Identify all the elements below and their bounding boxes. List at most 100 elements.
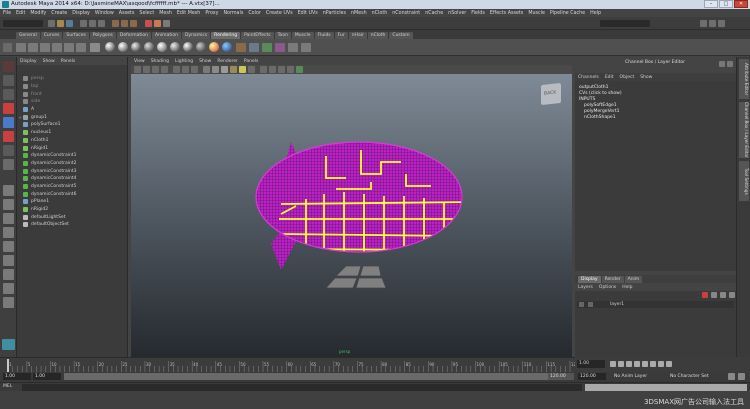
shelf-tool-icon[interactable] xyxy=(249,43,259,52)
new-scene-icon[interactable] xyxy=(48,20,55,27)
wireframe-on-shaded-icon[interactable] xyxy=(221,66,228,73)
menu-nmesh[interactable]: nMesh xyxy=(351,11,367,16)
layer-row[interactable]: layer1 xyxy=(577,301,734,308)
step-forward-frame-icon[interactable] xyxy=(650,361,656,367)
character-set-dropdown[interactable]: No Character Set xyxy=(668,373,724,380)
shelf-tool-icon[interactable] xyxy=(90,43,100,52)
paint-select-icon[interactable] xyxy=(3,89,14,100)
anim-layer-dropdown[interactable]: No Anim Layer xyxy=(612,373,662,380)
playback-start-field[interactable]: 1.00 xyxy=(33,373,61,380)
layout-icon[interactable] xyxy=(3,269,14,280)
menu-edit-uvs[interactable]: Edit UVs xyxy=(298,11,318,16)
grid-icon[interactable] xyxy=(173,66,180,73)
film-gate-icon[interactable] xyxy=(182,66,189,73)
snap-curve-icon[interactable] xyxy=(121,20,128,27)
viewport-menu-panels[interactable]: Panels xyxy=(244,59,258,64)
new-layer-selected-icon[interactable] xyxy=(720,292,726,298)
outliner-item[interactable]: top xyxy=(17,83,127,91)
menu-effects-assets[interactable]: Effects Assets xyxy=(490,11,523,16)
minimize-button[interactable]: – xyxy=(704,0,718,8)
material-sphere-icon[interactable] xyxy=(144,42,154,52)
outliner-item[interactable]: A xyxy=(17,106,127,114)
scale-tool-icon[interactable] xyxy=(3,131,14,142)
layer-menu-layers[interactable]: Layers xyxy=(578,285,593,290)
universal-manip-icon[interactable] xyxy=(3,145,14,156)
material-sphere-icon[interactable] xyxy=(183,42,193,52)
command-language-label[interactable]: MEL xyxy=(3,384,12,389)
menu-muscle[interactable]: Muscle xyxy=(528,11,545,16)
smooth-shade-icon[interactable] xyxy=(212,66,219,73)
select-object-icon[interactable] xyxy=(89,20,96,27)
new-layer-icon[interactable] xyxy=(711,292,717,298)
viewport-menu-show[interactable]: Show xyxy=(199,59,211,64)
render-icon[interactable] xyxy=(145,20,152,27)
outliner-item[interactable]: + group1 xyxy=(17,113,127,121)
channel-menu-show[interactable]: Show xyxy=(640,75,652,80)
shelf-tool-icon[interactable] xyxy=(76,43,86,52)
material-sphere-icon[interactable] xyxy=(131,42,141,52)
outliner-menu-panels[interactable]: Panels xyxy=(61,59,75,64)
outliner-item[interactable]: persp xyxy=(17,75,127,83)
viewport-menu-renderer[interactable]: Renderer xyxy=(217,59,238,64)
shelf-tab-animation[interactable]: Animation xyxy=(152,32,181,39)
select-component-icon[interactable] xyxy=(98,20,105,27)
menu-normals[interactable]: Normals xyxy=(223,11,243,16)
play-backwards-icon[interactable] xyxy=(634,361,640,367)
bookmark-icon[interactable] xyxy=(152,66,159,73)
menu-assets[interactable]: Assets xyxy=(119,11,135,16)
maximize-button[interactable]: □ xyxy=(719,0,733,8)
move-tool-icon[interactable] xyxy=(3,103,14,114)
shelf-tool-icon[interactable] xyxy=(28,43,38,52)
show-tool-settings-icon[interactable] xyxy=(709,20,716,27)
shelf-tab-muscle[interactable]: Muscle xyxy=(291,32,314,39)
outliner-item[interactable]: pPlane1 xyxy=(17,198,127,206)
menu-nsolver[interactable]: nSolver xyxy=(448,11,466,16)
outliner-item[interactable]: defaultLightSet xyxy=(17,213,127,221)
material-sphere-icon[interactable] xyxy=(105,42,115,52)
shelf-tool-icon[interactable] xyxy=(64,43,74,52)
image-plane-icon[interactable] xyxy=(161,66,168,73)
layer-tab-display[interactable]: Display xyxy=(578,276,601,283)
input-line-field[interactable] xyxy=(600,20,650,27)
play-forwards-icon[interactable] xyxy=(642,361,648,367)
layer-tab-render[interactable]: Render xyxy=(601,276,624,283)
outliner-menu-display[interactable]: Display xyxy=(20,59,37,64)
shelf-tool-icon[interactable] xyxy=(275,43,285,52)
last-tool-icon[interactable] xyxy=(3,159,14,170)
menu-file[interactable]: File xyxy=(3,11,11,16)
lasso-tool-icon[interactable] xyxy=(3,75,14,86)
shelf-tab-surfaces[interactable]: Surfaces xyxy=(63,32,89,39)
shelf-tab-general[interactable]: General xyxy=(16,32,40,39)
isolate-select-icon[interactable] xyxy=(278,66,285,73)
material-sphere-icon[interactable] xyxy=(222,42,232,52)
open-scene-icon[interactable] xyxy=(57,20,64,27)
close-button[interactable]: ✕ xyxy=(734,0,748,8)
outliner-item[interactable]: dynamicConstraint3 xyxy=(17,167,127,175)
shelf-tab-curves[interactable]: Curves xyxy=(40,32,63,39)
shelf-tool-icon[interactable] xyxy=(301,43,311,52)
viewport-menu-view[interactable]: View xyxy=(134,59,145,64)
start-time-field[interactable]: 1.00 xyxy=(3,373,31,380)
save-scene-icon[interactable] xyxy=(66,20,73,27)
dock-icon[interactable] xyxy=(719,61,725,67)
playback-end-field[interactable]: 120.00 xyxy=(548,373,574,380)
outliner-item[interactable]: nRigid2 xyxy=(17,206,127,214)
end-time-field[interactable]: 120.00 xyxy=(578,373,606,380)
auto-key-icon[interactable] xyxy=(728,373,735,380)
select-hierarchy-icon[interactable] xyxy=(80,20,87,27)
shelf-tab-rendering[interactable]: Rendering xyxy=(211,32,241,39)
shelf-tab-nhair[interactable]: nHair xyxy=(348,32,367,39)
show-attribute-editor-icon[interactable] xyxy=(700,20,707,27)
menu-fields[interactable]: Fields xyxy=(471,11,485,16)
shelf-tab-fur[interactable]: Fur xyxy=(334,32,348,39)
menu-create-uvs[interactable]: Create UVs xyxy=(266,11,293,16)
layout-icon[interactable] xyxy=(3,283,14,294)
menu-nparticles[interactable]: nParticles xyxy=(323,11,346,16)
show-channel-box-icon[interactable] xyxy=(718,20,725,27)
layout-icon[interactable] xyxy=(3,297,14,308)
menu-pipeline-cache[interactable]: Pipeline Cache xyxy=(550,11,585,16)
outliner-item[interactable]: nRigid1 xyxy=(17,144,127,152)
range-slider-bar[interactable] xyxy=(64,373,574,380)
outliner-item[interactable]: nucleus1 xyxy=(17,129,127,137)
layer-tab-anim[interactable]: Anim xyxy=(624,276,643,283)
